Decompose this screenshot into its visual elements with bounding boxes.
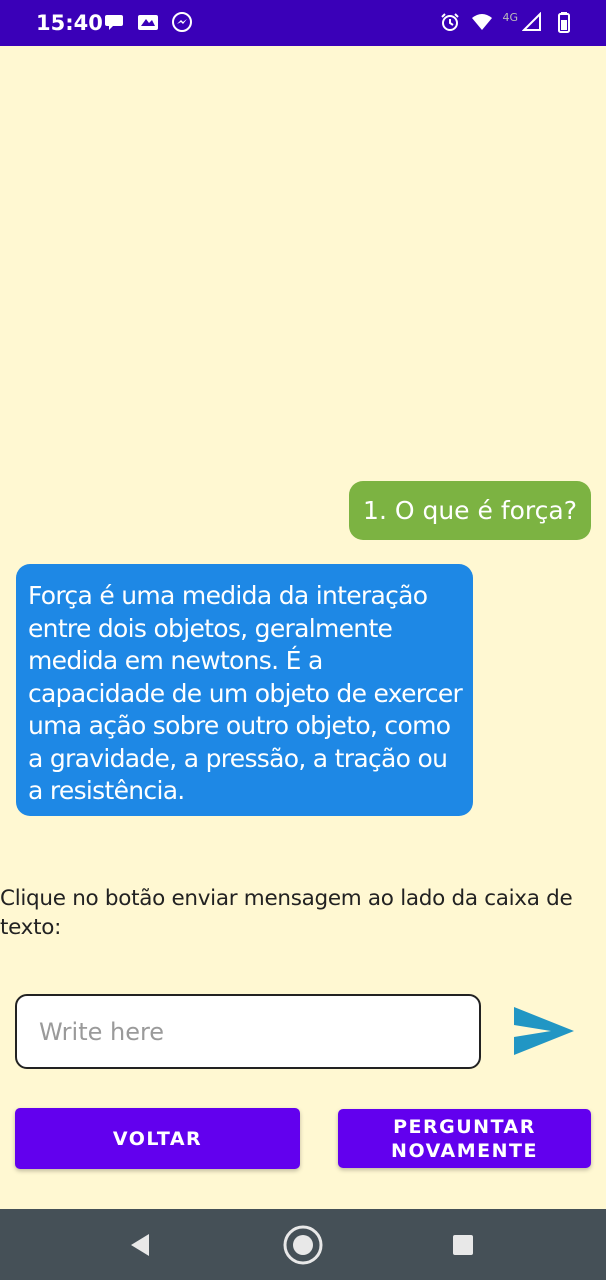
messenger-icon: [170, 10, 194, 34]
ask-again-button[interactable]: PERGUNTAR NOVAMENTE: [338, 1109, 591, 1168]
status-right-icons: 4G: [438, 10, 576, 34]
navigation-bar: [0, 1209, 606, 1280]
nav-back-button[interactable]: [106, 1209, 176, 1280]
signal-icon: [520, 10, 544, 34]
message-input[interactable]: [17, 996, 479, 1067]
battery-icon: [552, 10, 576, 34]
instruction-text: Clique no botão enviar mensagem ao lado …: [0, 886, 573, 940]
alarm-icon: [438, 10, 462, 34]
send-button[interactable]: [506, 1000, 582, 1062]
nav-home-button[interactable]: [268, 1209, 338, 1280]
network-label: 4G: [502, 10, 518, 24]
home-icon: [283, 1225, 323, 1264]
back-icon: [131, 1233, 149, 1256]
back-button[interactable]: VOLTAR: [15, 1108, 300, 1169]
send-icon: [514, 1007, 574, 1055]
status-bar: 15:40 4G: [0, 0, 606, 46]
message-input-container: [15, 994, 481, 1069]
wifi-icon: [470, 10, 494, 34]
nav-recents-button[interactable]: [428, 1209, 498, 1280]
status-time: 15:40: [36, 11, 103, 35]
status-left-icons: [102, 10, 194, 34]
chat-bubble-icon: [102, 10, 126, 34]
user-message-bubble: 1. O que é força?: [349, 481, 591, 540]
bot-message-bubble: Força é uma medida da interação entre do…: [16, 564, 473, 816]
recents-icon: [453, 1234, 473, 1255]
notification-icon: [136, 10, 160, 34]
